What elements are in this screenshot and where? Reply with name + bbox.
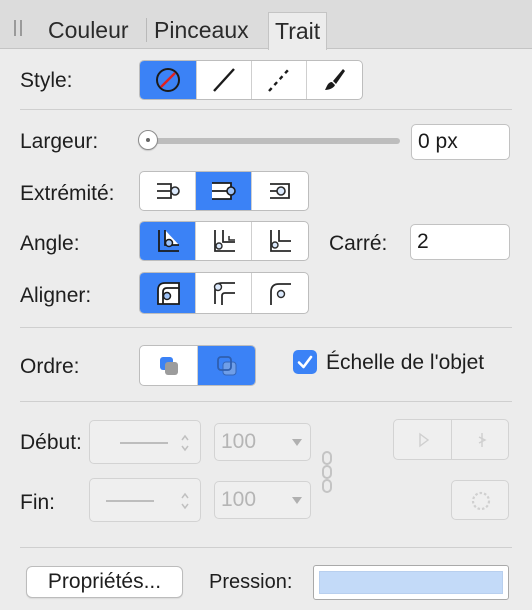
no-stroke-button[interactable] [140,61,198,99]
tab-couleur[interactable]: Couleur [42,12,135,49]
drag-grip-icon[interactable] [14,20,24,36]
stepper-arrows-icon [181,434,189,452]
stroke-front-icon [216,355,236,375]
end-size-combobox[interactable]: 100 [214,481,311,519]
chevron-down-icon [292,497,302,504]
start-size-value: 100 [221,430,257,453]
square-cap-icon [269,183,290,199]
width-field[interactable]: 0 px [411,124,510,160]
pressure-curve-preview [319,571,503,594]
section-divider [20,401,512,402]
fin-label: Fin: [20,491,56,514]
brush-stroke-icon [325,69,346,90]
miter-limit-field[interactable]: 2 [410,224,510,260]
aligner-label: Aligner: [20,284,92,307]
section-divider [20,327,512,328]
solid-line-button[interactable] [197,61,252,99]
cap-segmented-control [139,171,309,211]
width-slider-track[interactable] [150,138,400,144]
end-arrowhead-select[interactable] [89,478,201,522]
align-inside-icon [156,282,180,305]
checkmark-icon [297,355,313,369]
section-divider [20,547,512,548]
tab-trait[interactable]: Trait [268,12,328,50]
start-arrowhead-select[interactable] [89,420,201,464]
width-slider-thumb[interactable] [138,130,158,150]
align-center-button[interactable] [196,273,252,313]
miter-join-button[interactable] [140,222,197,260]
round-cap-button[interactable] [196,172,252,210]
arrowhead-direction-control [393,419,509,460]
round-cap-icon [211,182,236,200]
square-cap-button[interactable] [252,172,308,210]
align-center-icon [213,282,235,305]
pressure-curve-field[interactable] [313,565,509,600]
align-inside-button[interactable] [140,273,197,313]
align-outside-button[interactable] [252,273,308,313]
extremite-label: Extrémité: [20,182,115,205]
round-join-icon [213,230,235,252]
debut-label: Début: [20,431,82,454]
bevel-join-icon [269,230,291,252]
stroke-front-button[interactable] [198,346,255,385]
butt-cap-icon [156,183,180,199]
brush-stroke-button[interactable] [307,61,362,99]
dotted-circle-icon [471,491,491,511]
bevel-join-button[interactable] [252,222,308,260]
dashed-line-button[interactable] [252,61,307,99]
align-segmented-control [139,272,309,314]
style-label: Style: [20,69,73,92]
scale-with-object-label: Échelle de l'objet [326,351,485,374]
stroke-behind-button[interactable] [140,346,198,385]
properties-button[interactable]: Propriétés... [26,566,183,598]
link-chain-icon[interactable] [320,450,334,494]
start-size-combobox[interactable]: 100 [214,423,311,461]
stepper-arrows-icon [181,492,189,510]
end-size-value: 100 [221,488,257,511]
align-arrowhead-button[interactable] [451,480,509,520]
style-segmented-control [139,60,363,100]
pression-label: Pression: [209,571,293,593]
tab-divider [146,18,147,42]
tab-bar: Couleur Pinceaux Trait [0,0,532,50]
tab-pinceaux[interactable]: Pinceaux [148,12,255,49]
stroke-behind-icon [159,356,178,375]
join-segmented-control [139,221,309,261]
butt-cap-button[interactable] [140,172,197,210]
carre-label: Carré: [329,232,388,255]
scale-with-object-checkbox[interactable] [293,350,317,374]
order-segmented-control [139,345,256,386]
swap-arrow-icon[interactable] [474,431,490,449]
no-stroke-icon [156,68,181,92]
miter-join-icon [157,230,179,252]
align-outside-icon [269,283,291,305]
section-divider [20,109,512,110]
dashed-line-icon [267,68,290,92]
round-join-button[interactable] [196,222,252,260]
chevron-down-icon [292,439,302,446]
solid-line-icon [213,68,236,92]
largeur-label: Largeur: [20,130,99,153]
angle-label: Angle: [20,232,80,255]
ordre-label: Ordre: [20,355,80,378]
play-arrow-icon[interactable] [416,431,432,449]
